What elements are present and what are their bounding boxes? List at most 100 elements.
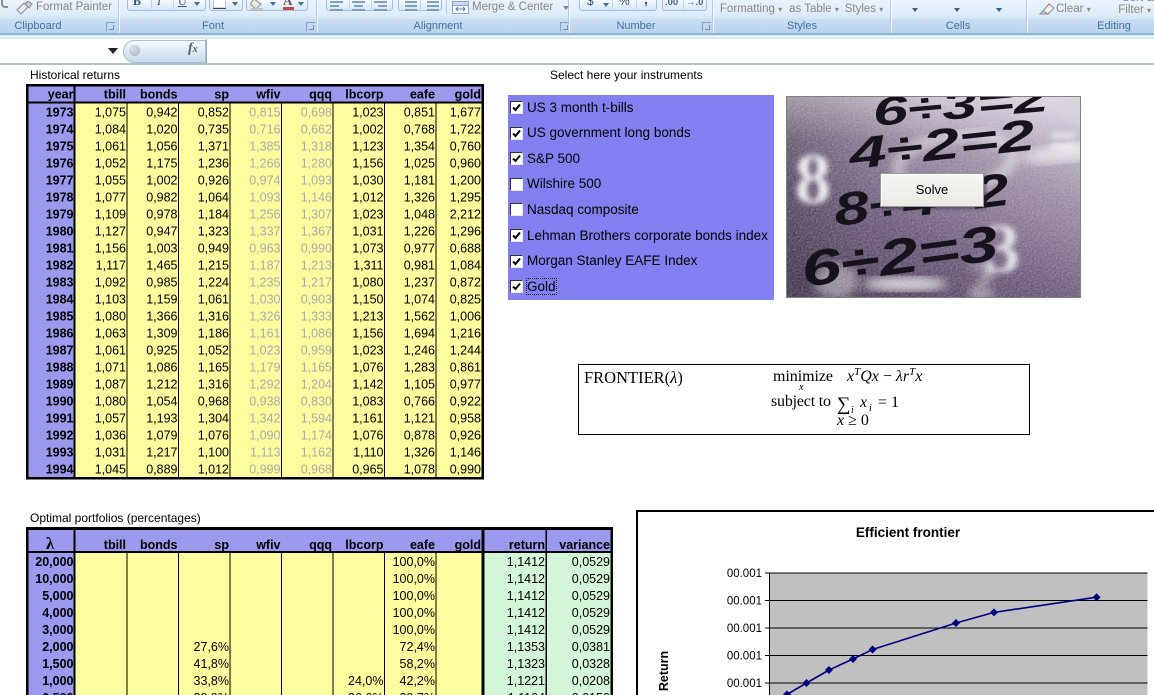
svg-text:1,110: 1,110 xyxy=(353,446,383,460)
svg-text:1,465: 1,465 xyxy=(146,259,177,273)
svg-text:1,224: 1,224 xyxy=(198,276,229,290)
svg-text:1,165: 1,165 xyxy=(198,361,229,375)
svg-text:1,677: 1,677 xyxy=(450,106,481,120)
svg-text:wfiv: wfiv xyxy=(255,538,280,552)
svg-text:1,204: 1,204 xyxy=(301,378,332,392)
svg-text:eafe: eafe xyxy=(410,88,435,102)
svg-text:0,974: 0,974 xyxy=(249,174,280,188)
svg-text:1,161: 1,161 xyxy=(352,412,383,426)
svg-text:x ≥ 0: x ≥ 0 xyxy=(836,412,869,429)
svg-text:1,1323: 1,1323 xyxy=(507,657,545,671)
svg-text:wfiv: wfiv xyxy=(255,88,280,102)
svg-text:100,0%: 100,0% xyxy=(393,606,435,620)
svg-text:1,307: 1,307 xyxy=(301,208,332,222)
svg-text:1,175: 1,175 xyxy=(146,157,177,171)
svg-text:1,1412: 1,1412 xyxy=(507,572,545,586)
svg-text:100,0%: 100,0% xyxy=(393,555,435,569)
svg-text:0,981: 0,981 xyxy=(404,259,435,273)
svg-text:0,662: 0,662 xyxy=(301,123,332,137)
svg-text:= 1: = 1 xyxy=(878,394,899,411)
svg-text:1,162: 1,162 xyxy=(301,446,332,460)
svg-text:1,371: 1,371 xyxy=(198,140,229,154)
svg-text:1,056: 1,056 xyxy=(146,140,177,154)
svg-text:1,092: 1,092 xyxy=(95,276,126,290)
svg-text:1,127: 1,127 xyxy=(95,225,126,239)
svg-text:1,036: 1,036 xyxy=(95,429,126,443)
svg-text:0,968: 0,968 xyxy=(198,395,229,409)
svg-text:1,296: 1,296 xyxy=(450,225,481,239)
svg-text:1,326: 1,326 xyxy=(249,310,280,324)
svg-text:1974: 1974 xyxy=(46,123,74,137)
svg-text:4,000: 4,000 xyxy=(42,606,73,620)
svg-text:1,048: 1,048 xyxy=(404,208,435,222)
svg-text:0,0529: 0,0529 xyxy=(572,589,610,603)
svg-text:bonds: bonds xyxy=(140,88,178,102)
svg-text:1,087: 1,087 xyxy=(95,378,126,392)
svg-text:subject to: subject to xyxy=(771,393,831,410)
svg-text:1,283: 1,283 xyxy=(404,361,435,375)
svg-text:1983: 1983 xyxy=(46,276,74,290)
svg-text:FRONTIER(λ): FRONTIER(λ) xyxy=(584,368,683,387)
svg-text:tbill: tbill xyxy=(104,538,126,552)
svg-text:1,083: 1,083 xyxy=(352,395,383,409)
svg-text:lbcorp: lbcorp xyxy=(345,88,384,102)
svg-text:1,179: 1,179 xyxy=(249,361,280,375)
svg-text:1989: 1989 xyxy=(46,378,74,392)
svg-text:1,217: 1,217 xyxy=(146,446,177,460)
svg-text:1,304: 1,304 xyxy=(198,412,229,426)
svg-text:0,982: 0,982 xyxy=(146,191,177,205)
svg-text:sp: sp xyxy=(214,538,229,552)
svg-text:1975: 1975 xyxy=(46,140,74,154)
svg-text:1,054: 1,054 xyxy=(146,395,177,409)
svg-text:1,193: 1,193 xyxy=(146,412,177,426)
svg-text:1,694: 1,694 xyxy=(404,327,435,341)
svg-text:00.001: 00.001 xyxy=(727,623,762,635)
svg-text:1,105: 1,105 xyxy=(404,378,435,392)
svg-text:1,012: 1,012 xyxy=(198,463,229,477)
svg-text:33,8%: 33,8% xyxy=(194,674,229,688)
svg-text:1,181: 1,181 xyxy=(404,174,435,188)
svg-text:1,030: 1,030 xyxy=(249,293,280,307)
svg-text:1,295: 1,295 xyxy=(450,191,481,205)
svg-text:0,760: 0,760 xyxy=(450,140,481,154)
svg-text:1,187: 1,187 xyxy=(249,259,280,273)
svg-text:1,150: 1,150 xyxy=(352,293,383,307)
svg-text:1,064: 1,064 xyxy=(198,191,229,205)
svg-text:1981: 1981 xyxy=(46,242,74,256)
svg-text:1973: 1973 xyxy=(46,106,74,120)
svg-text:0,903: 0,903 xyxy=(301,293,332,307)
svg-text:1,215: 1,215 xyxy=(198,259,229,273)
svg-text:1,045: 1,045 xyxy=(95,463,126,477)
svg-text:0,958: 0,958 xyxy=(450,412,481,426)
svg-text:1,1412: 1,1412 xyxy=(507,606,545,620)
svg-text:1,184: 1,184 xyxy=(198,208,229,222)
svg-text:λ: λ xyxy=(46,534,55,553)
svg-text:1,061: 1,061 xyxy=(95,344,126,358)
svg-text:1,213: 1,213 xyxy=(352,310,383,324)
svg-text:1,071: 1,071 xyxy=(95,361,126,375)
svg-text:qqq: qqq xyxy=(309,88,332,102)
svg-text:1,074: 1,074 xyxy=(404,293,435,307)
svg-text:1,000: 1,000 xyxy=(42,674,73,688)
svg-text:0,926: 0,926 xyxy=(198,174,229,188)
svg-text:1,090: 1,090 xyxy=(249,429,280,443)
svg-text:1,055: 1,055 xyxy=(95,174,126,188)
svg-text:1977: 1977 xyxy=(46,174,74,188)
svg-text:100,0%: 100,0% xyxy=(393,589,435,603)
svg-text:39,7%: 39,7% xyxy=(400,691,435,695)
svg-text:58,2%: 58,2% xyxy=(400,657,435,671)
svg-text:1,1412: 1,1412 xyxy=(507,589,545,603)
svg-text:1,080: 1,080 xyxy=(352,276,383,290)
svg-text:0,977: 0,977 xyxy=(404,242,435,256)
svg-text:1,367: 1,367 xyxy=(301,225,332,239)
svg-text:1,023: 1,023 xyxy=(352,208,383,222)
svg-text:0,878: 0,878 xyxy=(404,429,435,443)
svg-text:1,023: 1,023 xyxy=(249,344,280,358)
svg-text:0,926: 0,926 xyxy=(450,429,481,443)
svg-text:1,117: 1,117 xyxy=(96,259,126,273)
svg-text:1,562: 1,562 xyxy=(404,310,435,324)
svg-text:1,323: 1,323 xyxy=(198,225,229,239)
svg-text:0,851: 0,851 xyxy=(404,106,435,120)
svg-text:00.001: 00.001 xyxy=(727,568,762,580)
svg-text:5,000: 5,000 xyxy=(42,589,73,603)
